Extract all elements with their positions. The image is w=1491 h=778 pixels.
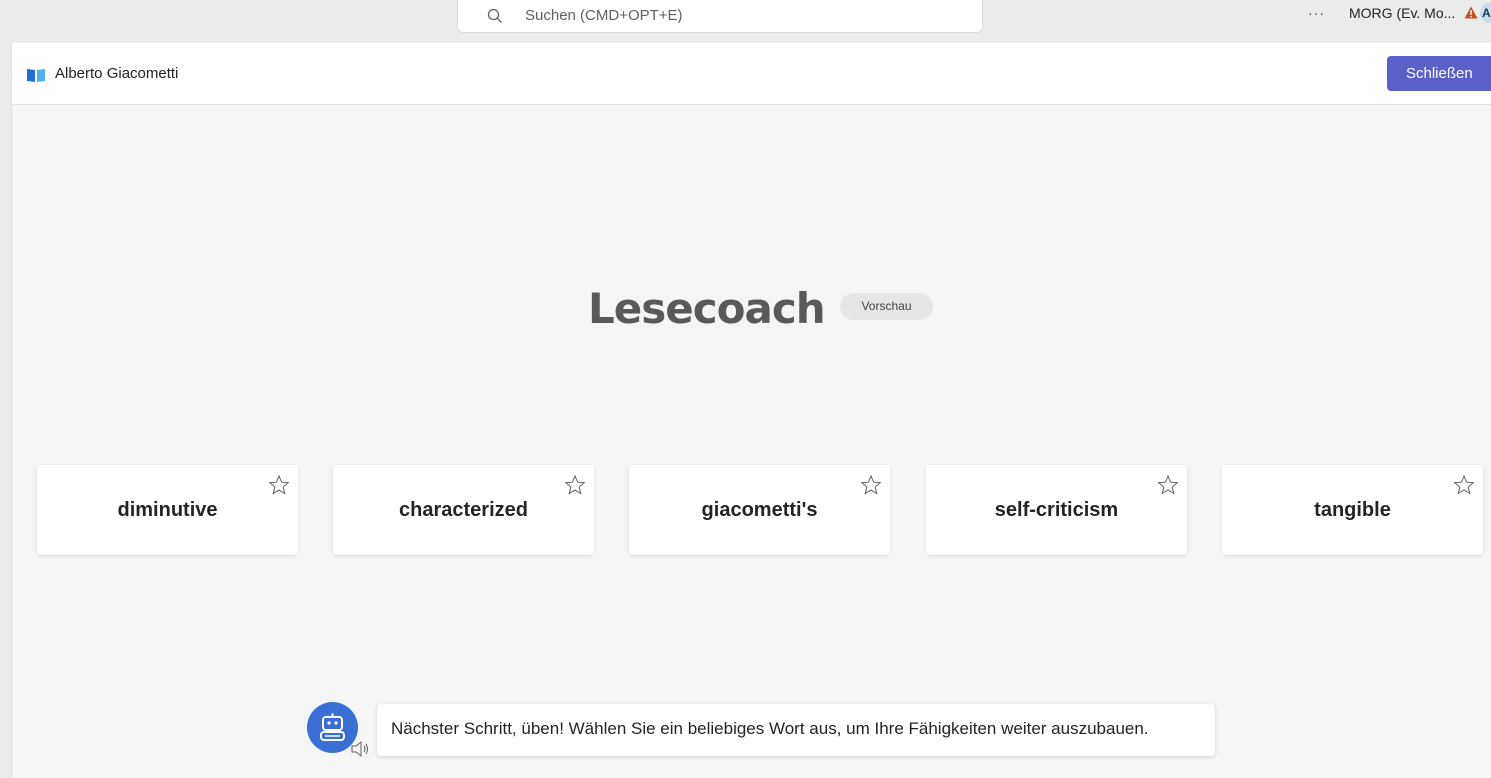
reading-coach-app: Alberto Giacometti Schließen Lesecoach V… [11, 43, 1491, 778]
star-icon[interactable] [1157, 474, 1179, 496]
close-button[interactable]: Schließen [1387, 56, 1491, 91]
star-icon[interactable] [268, 474, 290, 496]
word-card[interactable]: characterized [333, 465, 594, 555]
teams-window: Suchen (CMD+OPT+E) ··· MORG (Ev. Mo... A… [0, 0, 1491, 778]
top-bar: Suchen (CMD+OPT+E) ··· MORG (Ev. Mo... A [0, 0, 1491, 43]
word-cards: diminutive characterized giacometti's se… [37, 465, 1487, 555]
word-card[interactable]: tangible [1222, 465, 1483, 555]
star-icon[interactable] [564, 474, 586, 496]
page-title: Alberto Giacometti [55, 65, 179, 82]
coach-title: Lesecoach [588, 284, 826, 333]
word-card[interactable]: giacometti's [629, 465, 890, 555]
preview-badge: Vorschau [840, 293, 933, 320]
word-label: characterized [399, 499, 528, 521]
word-label: diminutive [117, 499, 218, 521]
org-switcher[interactable]: MORG (Ev. Mo... [1349, 5, 1455, 21]
word-label: self-criticism [994, 499, 1119, 521]
avatar[interactable]: A [1480, 3, 1491, 23]
warning-icon [1464, 6, 1478, 19]
word-label: giacometti's [701, 499, 818, 521]
star-icon[interactable] [860, 474, 882, 496]
more-options-button[interactable]: ··· [1308, 5, 1325, 21]
search-icon [487, 8, 502, 23]
search-placeholder: Suchen (CMD+OPT+E) [525, 7, 683, 24]
speaker-icon[interactable] [350, 740, 370, 758]
word-label: tangible [1314, 499, 1391, 521]
search-box[interactable]: Suchen (CMD+OPT+E) [457, 0, 983, 33]
word-card[interactable]: self-criticism [926, 465, 1187, 555]
book-icon [27, 69, 45, 82]
robot-icon [320, 713, 345, 741]
word-card[interactable]: diminutive [37, 465, 298, 555]
star-icon[interactable] [1453, 474, 1475, 496]
app-header: Alberto Giacometti Schließen [12, 43, 1491, 105]
coach-message: Nächster Schritt, üben! Wählen Sie ein b… [377, 704, 1215, 756]
